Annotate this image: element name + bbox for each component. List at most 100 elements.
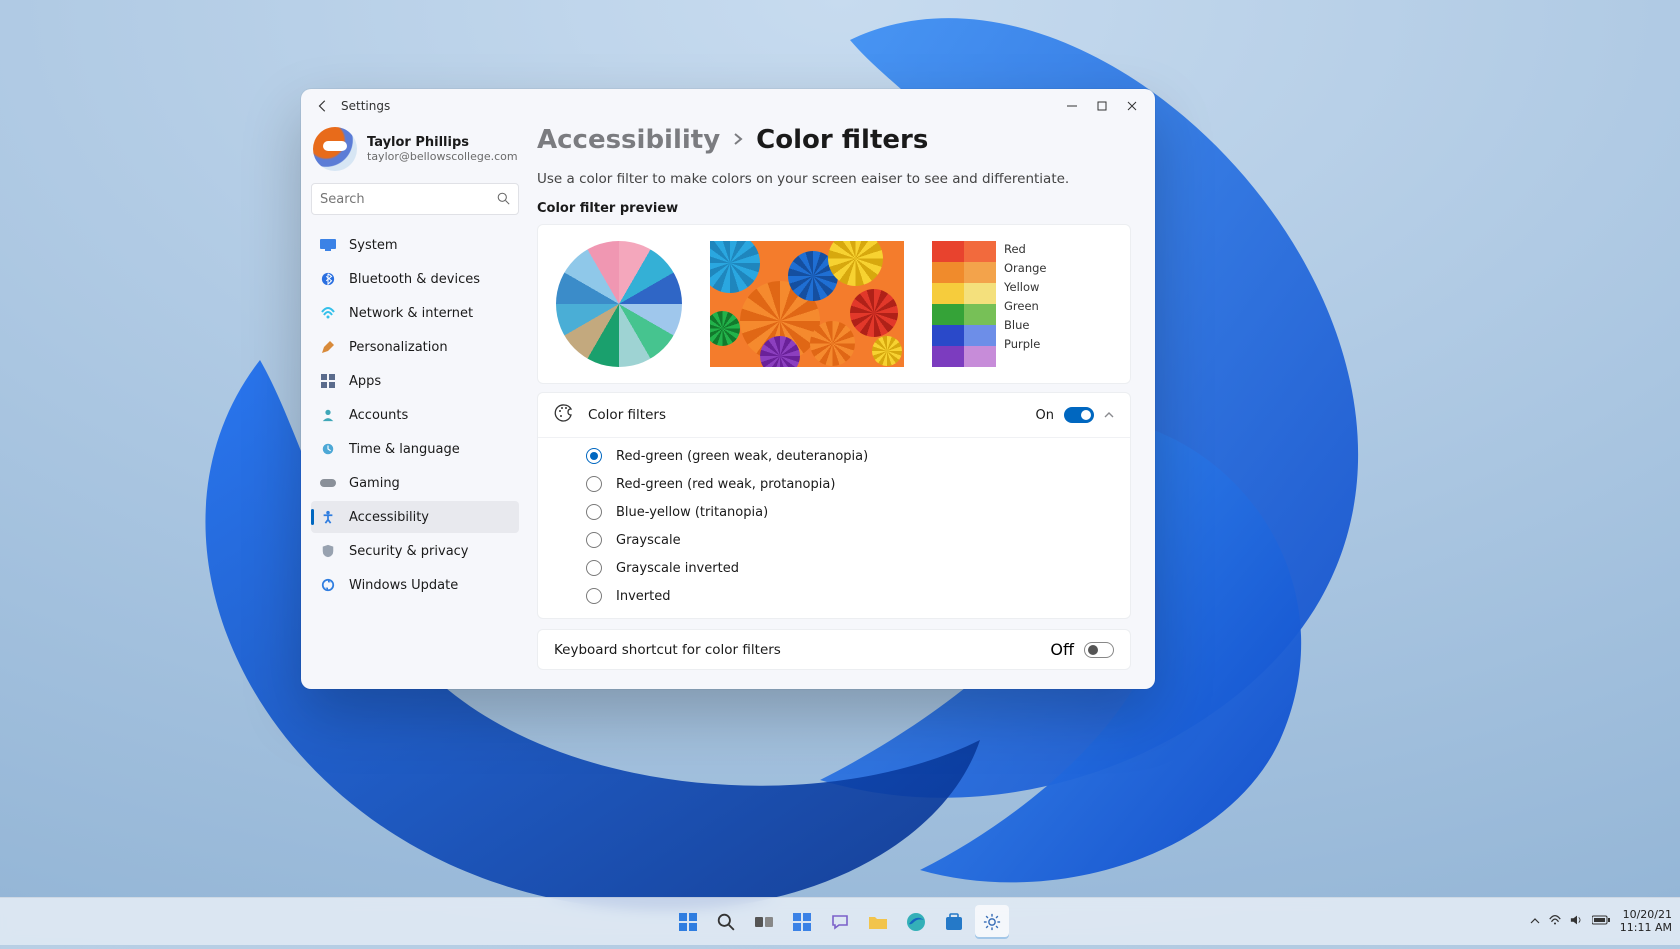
filter-option[interactable]: Grayscale inverted	[538, 554, 1130, 582]
radio-icon	[586, 588, 602, 604]
color-filters-state: On	[1036, 408, 1054, 423]
taskbar-chat[interactable]	[823, 905, 857, 939]
sidebar-item-label: Apps	[349, 374, 381, 389]
system-tray[interactable]: 10/20/21 11:11 AM	[1530, 898, 1672, 945]
minimize-button[interactable]	[1057, 92, 1087, 120]
close-button[interactable]	[1117, 92, 1147, 120]
sidebar-nav: System Bluetooth & devices Network & int…	[311, 229, 519, 601]
shortcut-state: Off	[1050, 640, 1074, 659]
keyboard-shortcut-card[interactable]: Keyboard shortcut for color filters Off	[537, 629, 1131, 670]
user-email: taylor@bellowscollege.com	[367, 150, 518, 163]
start-button[interactable]	[671, 905, 705, 939]
color-filters-toggle[interactable]	[1064, 407, 1094, 423]
sidebar-item-bluetooth[interactable]: Bluetooth & devices	[311, 263, 519, 295]
shortcut-toggle[interactable]	[1084, 642, 1114, 658]
taskbar-settings[interactable]	[975, 905, 1009, 939]
volume-icon[interactable]	[1570, 914, 1584, 929]
taskbar-explorer[interactable]	[861, 905, 895, 939]
sidebar-item-accounts[interactable]: Accounts	[311, 399, 519, 431]
sidebar: Taylor Phillips taylor@bellowscollege.co…	[301, 123, 529, 689]
taskbar-edge[interactable]	[899, 905, 933, 939]
palette-label: Yellow	[1004, 280, 1047, 294]
swatch	[964, 325, 996, 346]
swatch	[932, 346, 964, 367]
filter-option[interactable]: Grayscale	[538, 526, 1130, 554]
swatch	[964, 304, 996, 325]
sidebar-item-label: Gaming	[349, 476, 400, 491]
filter-option-label: Red-green (red weak, protanopia)	[616, 477, 835, 492]
filter-option-label: Grayscale inverted	[616, 561, 739, 576]
tray-overflow-icon[interactable]	[1530, 915, 1540, 928]
filter-option[interactable]: Red-green (green weak, deuteranopia)	[538, 442, 1130, 470]
taskbar-pinned-apps	[671, 905, 1009, 939]
filter-option[interactable]: Inverted	[538, 582, 1130, 610]
sidebar-item-personalization[interactable]: Personalization	[311, 331, 519, 363]
taskbar-search[interactable]	[709, 905, 743, 939]
filter-options-list: Red-green (green weak, deuteranopia) Red-…	[538, 437, 1130, 618]
back-button[interactable]	[309, 92, 337, 120]
sidebar-item-windows-update[interactable]: Windows Update	[311, 569, 519, 601]
sidebar-item-label: Personalization	[349, 340, 448, 355]
photo-preview	[710, 241, 904, 367]
taskbar-widgets[interactable]	[785, 905, 819, 939]
title-bar[interactable]: Settings	[301, 89, 1155, 123]
wifi-icon[interactable]	[1548, 914, 1562, 929]
taskbar[interactable]: 10/20/21 11:11 AM	[0, 897, 1680, 945]
tray-clock[interactable]: 10/20/21 11:11 AM	[1620, 909, 1672, 933]
sidebar-item-security[interactable]: Security & privacy	[311, 535, 519, 567]
page-description: Use a color filter to make colors on you…	[537, 171, 1131, 187]
swatch	[932, 304, 964, 325]
sidebar-item-network[interactable]: Network & internet	[311, 297, 519, 329]
sidebar-item-label: Bluetooth & devices	[349, 272, 480, 287]
color-filters-header[interactable]: Color filters On	[538, 393, 1130, 437]
main-content: Accessibility Color filters Use a color …	[529, 123, 1155, 689]
bluetooth-icon	[319, 270, 337, 288]
user-name: Taylor Phillips	[367, 135, 518, 150]
breadcrumb: Accessibility Color filters	[537, 125, 1131, 155]
sidebar-item-gaming[interactable]: Gaming	[311, 467, 519, 499]
sidebar-item-label: Time & language	[349, 442, 460, 457]
radio-icon	[586, 504, 602, 520]
filter-option[interactable]: Red-green (red weak, protanopia)	[538, 470, 1130, 498]
radio-icon	[586, 560, 602, 576]
filter-option[interactable]: Blue-yellow (tritanopia)	[538, 498, 1130, 526]
sidebar-item-label: Accessibility	[349, 510, 429, 525]
apps-icon	[319, 372, 337, 390]
palette-label: Red	[1004, 242, 1047, 256]
sidebar-item-label: Network & internet	[349, 306, 473, 321]
sidebar-item-time-language[interactable]: Time & language	[311, 433, 519, 465]
search-input[interactable]	[320, 192, 497, 207]
maximize-button[interactable]	[1087, 92, 1117, 120]
update-icon	[319, 576, 337, 594]
sidebar-item-label: Windows Update	[349, 578, 458, 593]
swatch	[964, 346, 996, 367]
radio-icon	[586, 476, 602, 492]
taskbar-taskview[interactable]	[747, 905, 781, 939]
chevron-up-icon	[1104, 409, 1114, 422]
palette-label: Orange	[1004, 261, 1047, 275]
palette-icon	[554, 403, 574, 427]
breadcrumb-parent[interactable]: Accessibility	[537, 125, 720, 155]
sidebar-item-accessibility[interactable]: Accessibility	[311, 501, 519, 533]
palette-label: Purple	[1004, 337, 1047, 351]
swatch	[932, 262, 964, 283]
shortcut-label: Keyboard shortcut for color filters	[554, 642, 781, 658]
search-box[interactable]	[311, 183, 519, 215]
sidebar-item-apps[interactable]: Apps	[311, 365, 519, 397]
swatch	[964, 283, 996, 304]
filter-option-label: Inverted	[616, 589, 670, 604]
filter-option-label: Grayscale	[616, 533, 681, 548]
search-icon	[497, 190, 510, 209]
taskbar-store[interactable]	[937, 905, 971, 939]
sidebar-item-system[interactable]: System	[311, 229, 519, 261]
radio-icon	[586, 448, 602, 464]
battery-icon[interactable]	[1592, 915, 1610, 928]
network-icon	[319, 304, 337, 322]
pie-preview	[556, 241, 682, 367]
user-account-header[interactable]: Taylor Phillips taylor@bellowscollege.co…	[311, 123, 519, 181]
palette-label: Blue	[1004, 318, 1047, 332]
chevron-right-icon	[732, 131, 744, 150]
accounts-icon	[319, 406, 337, 424]
swatch	[932, 325, 964, 346]
color-filters-card: Color filters On Red-green (green weak, …	[537, 392, 1131, 619]
